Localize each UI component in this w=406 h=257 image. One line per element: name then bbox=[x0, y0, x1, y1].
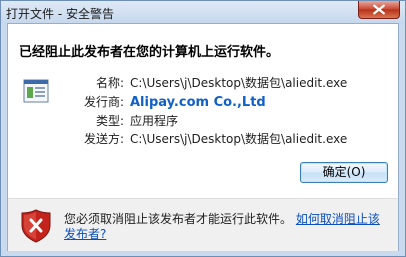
type-value: 应用程序 bbox=[130, 114, 179, 128]
main-area: 已经阻止此发布者在您的计算机上运行软件。 名称: C:\Users\j\Deskt… bbox=[8, 24, 398, 198]
dialog-body: 已经阻止此发布者在您的计算机上运行软件。 名称: C:\Users\j\Deskt… bbox=[7, 23, 399, 251]
close-icon bbox=[373, 4, 385, 15]
close-button[interactable] bbox=[358, 1, 400, 19]
ok-button[interactable]: 确定(O) bbox=[300, 162, 388, 183]
security-warning-dialog: 打开文件 - 安全警告 已经阻止此发布者在您的计算机上运行软件。 名称: C:\U… bbox=[0, 0, 406, 257]
publisher-row: 发行商: Alipay.com Co.,Ltd bbox=[72, 93, 266, 110]
from-value: C:\Users\j\Desktop\数据包\aliedit.exe bbox=[130, 132, 348, 146]
application-file-icon bbox=[23, 79, 49, 103]
security-shield-icon bbox=[21, 209, 51, 243]
headline: 已经阻止此发布者在您的计算机上运行软件。 bbox=[19, 45, 280, 60]
name-row: 名称: C:\Users\j\Desktop\数据包\aliedit.exe bbox=[72, 74, 347, 90]
from-row: 发送方: C:\Users\j\Desktop\数据包\aliedit.exe bbox=[72, 130, 347, 146]
title-bar: 打开文件 - 安全警告 bbox=[1, 1, 405, 23]
warning-text: 您必须取消阻止该发布者才能运行此软件。 bbox=[64, 212, 293, 226]
from-label: 发送方: bbox=[83, 132, 124, 146]
publisher-link[interactable]: Alipay.com Co.,Ltd bbox=[130, 95, 266, 110]
publisher-label: 发行商: bbox=[83, 95, 124, 109]
warning-message: 您必须取消阻止该发布者才能运行此软件。 如何取消阻止该发布者? bbox=[64, 212, 390, 242]
type-label: 类型: bbox=[95, 114, 124, 128]
type-row: 类型: 应用程序 bbox=[72, 112, 178, 128]
window-title: 打开文件 - 安全警告 bbox=[6, 7, 114, 21]
name-label: 名称: bbox=[95, 76, 124, 90]
footer: 您必须取消阻止该发布者才能运行此软件。 如何取消阻止该发布者? bbox=[8, 198, 398, 251]
name-value: C:\Users\j\Desktop\数据包\aliedit.exe bbox=[130, 76, 348, 90]
